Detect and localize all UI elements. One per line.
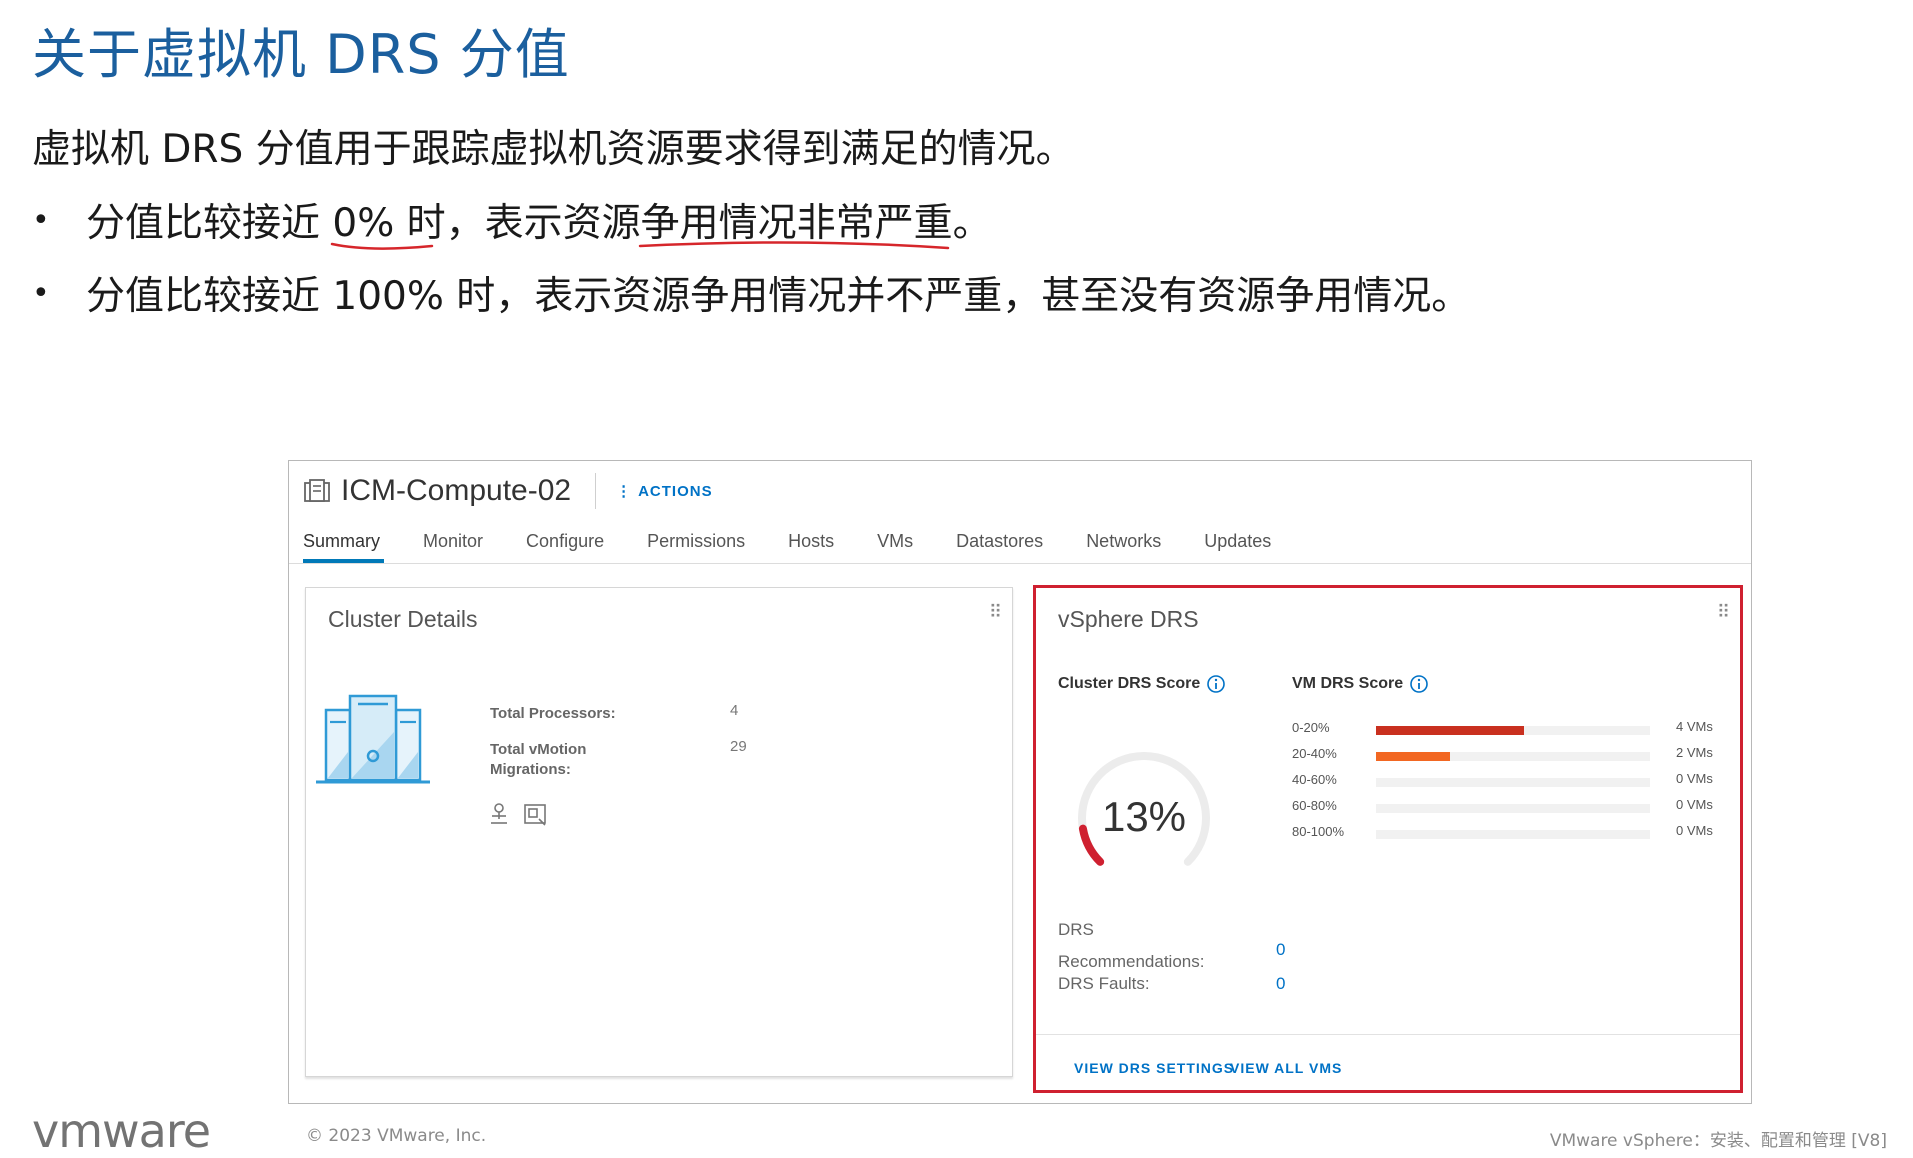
- histogram-bar-track: [1376, 752, 1650, 761]
- cluster-details-card: Cluster Details ⠿ Total Processors: 4 To…: [305, 587, 1013, 1077]
- vsphere-screenshot: ICM-Compute-02 ⋮ ACTIONS Summary Monitor …: [288, 460, 1752, 1104]
- view-drs-settings-link[interactable]: VIEW DRS SETTINGS: [1074, 1060, 1234, 1076]
- total-processors-label: Total Processors:: [490, 705, 616, 722]
- tabs-divider: [289, 563, 1751, 564]
- drs-faults-label: DRS Faults:: [1058, 974, 1150, 993]
- info-icon[interactable]: [1409, 674, 1429, 694]
- total-processors-value: 4: [730, 702, 739, 719]
- histogram-row: 0-20% 4 VMs: [1292, 718, 1732, 738]
- tab-networks[interactable]: Networks: [1086, 521, 1161, 563]
- vmware-logo: vmware: [32, 1104, 211, 1158]
- bullet-item: • 分值比较接近 100% 时，表示资源争用情况并不严重，甚至没有资源争用情况。: [32, 265, 1470, 321]
- course-name: VMware vSphere：安装、配置和管理 [V8]: [1549, 1131, 1887, 1151]
- info-icon[interactable]: [1206, 674, 1226, 694]
- histogram-bar-track: [1376, 830, 1650, 839]
- histogram-bar-track: [1376, 778, 1650, 787]
- histogram-row: 80-100% 0 VMs: [1292, 822, 1732, 842]
- gauge-value: 13%: [1102, 793, 1186, 840]
- histogram-count: 2 VMs: [1676, 745, 1713, 760]
- bullet-text: 分值比较接近 100% 时，表示资源争用情况并不严重，甚至没有资源争用情况。: [86, 274, 1471, 319]
- bullet-item: • 分值比较接近 0% 时，表示资源争用情况非常严重。: [32, 192, 992, 248]
- histogram-count: 0 VMs: [1676, 823, 1713, 838]
- tab-datastores[interactable]: Datastores: [956, 521, 1043, 563]
- card-title: Cluster Details: [328, 606, 478, 632]
- histogram-bar-track: [1376, 726, 1650, 735]
- total-vmotion-value: 29: [730, 738, 747, 755]
- histogram-row: 40-60% 0 VMs: [1292, 770, 1732, 790]
- histogram-bar: [1376, 726, 1524, 735]
- slide-title: 关于虚拟机 DRS 分值: [32, 23, 570, 86]
- tab-updates[interactable]: Updates: [1204, 521, 1271, 563]
- host-action-icon[interactable]: [486, 801, 512, 827]
- vertical-dots-icon: ⋮: [616, 483, 633, 500]
- vm-drs-score-heading: VM DRS Score: [1292, 674, 1429, 694]
- tab-summary[interactable]: Summary: [303, 521, 385, 563]
- gauge-fill: [1078, 824, 1105, 866]
- drs-recommendations-link[interactable]: 0: [1276, 940, 1285, 960]
- actions-label: ACTIONS: [638, 483, 713, 500]
- histogram-count: 0 VMs: [1676, 771, 1713, 786]
- tab-permissions[interactable]: Permissions: [647, 521, 745, 563]
- histogram-count: 0 VMs: [1676, 797, 1713, 812]
- histogram-bar: [1376, 752, 1450, 761]
- histogram-range: 60-80%: [1292, 798, 1337, 813]
- tab-configure[interactable]: Configure: [526, 521, 604, 563]
- tab-monitor[interactable]: Monitor: [423, 521, 483, 563]
- bullet-text: 分值比较接近 0% 时，表示资源争用情况非常严重。: [86, 201, 992, 246]
- slide-intro: 虚拟机 DRS 分值用于跟踪虚拟机资源要求得到满足的情况。: [32, 127, 1075, 172]
- cluster-drs-score-label: Cluster DRS Score: [1058, 675, 1201, 692]
- object-header: ICM-Compute-02 ⋮ ACTIONS: [303, 471, 713, 511]
- cluster-name: ICM-Compute-02: [341, 474, 572, 507]
- view-all-vms-link[interactable]: VIEW ALL VMS: [1230, 1060, 1342, 1076]
- histogram-row: 60-80% 0 VMs: [1292, 796, 1732, 816]
- actions-menu-button[interactable]: ⋮ ACTIONS: [616, 482, 713, 500]
- cluster-icon: [303, 478, 331, 504]
- drag-handle-icon[interactable]: ⠿: [989, 602, 1002, 623]
- copyright-text: © 2023 VMware, Inc.: [306, 1126, 487, 1146]
- histogram-range: 20-40%: [1292, 746, 1337, 761]
- card-title: vSphere DRS: [1058, 606, 1199, 632]
- object-tabs: Summary Monitor Configure Permissions Ho…: [303, 521, 1314, 563]
- histogram-range: 0-20%: [1292, 720, 1330, 735]
- vm-drs-score-label: VM DRS Score: [1292, 675, 1404, 692]
- server-cluster-illustration: [316, 694, 430, 784]
- histogram-range: 40-60%: [1292, 772, 1337, 787]
- drag-handle-icon[interactable]: ⠿: [1717, 602, 1730, 623]
- vsphere-drs-card: vSphere DRS ⠿ Cluster DRS Score VM DRS S…: [1033, 585, 1743, 1093]
- vm-action-icon[interactable]: [522, 801, 548, 827]
- histogram-range: 80-100%: [1292, 824, 1345, 839]
- card-footer-divider: [1036, 1034, 1740, 1035]
- histogram-row: 20-40% 2 VMs: [1292, 744, 1732, 764]
- tab-hosts[interactable]: Hosts: [788, 521, 834, 563]
- header-divider: [595, 473, 597, 509]
- tab-vms[interactable]: VMs: [877, 521, 913, 563]
- cluster-drs-score-gauge: 13%: [1078, 752, 1210, 866]
- bullet-dot: •: [32, 275, 50, 311]
- cluster-drs-score-heading: Cluster DRS Score: [1058, 674, 1226, 694]
- total-vmotion-label: Total vMotion Migrations:: [490, 741, 587, 778]
- bullet-dot: •: [32, 202, 50, 238]
- drs-faults-link[interactable]: 0: [1276, 974, 1285, 994]
- histogram-bar-track: [1376, 804, 1650, 813]
- histogram-count: 4 VMs: [1676, 719, 1713, 734]
